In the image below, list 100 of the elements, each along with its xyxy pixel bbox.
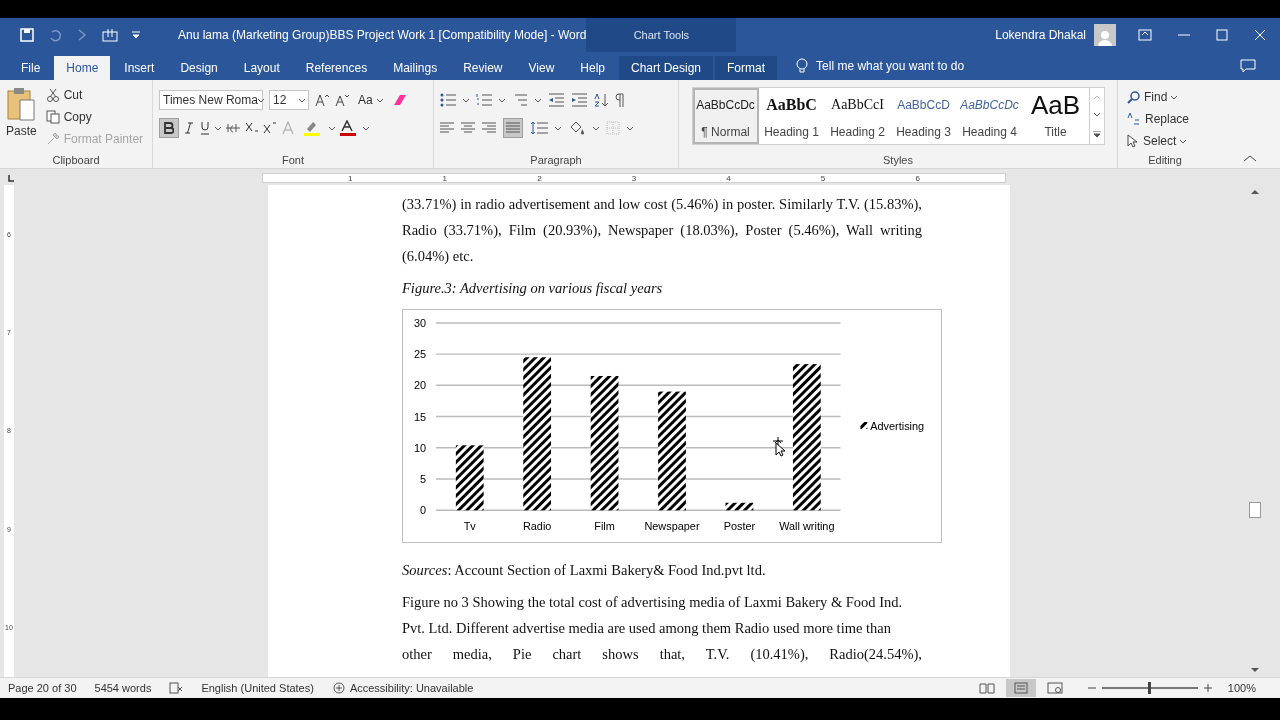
caret-icon[interactable]: [555, 126, 561, 130]
bar-chart[interactable]: 0 5 10 15 20 25 30 Tv Radio Film Newspaper Poster Wall writing Advertising: [402, 309, 942, 543]
ribbon-display-icon[interactable]: [1138, 29, 1152, 41]
style-option[interactable]: AaBbCcDc Heading 4: [956, 88, 1023, 144]
ruler-number: 1: [348, 173, 353, 183]
caret-icon[interactable]: [463, 98, 469, 102]
ribbon-tab[interactable]: Home: [54, 56, 111, 80]
ribbon-tab[interactable]: Format: [715, 56, 778, 80]
ribbon-tab[interactable]: Chart Design: [619, 56, 714, 80]
bar[interactable]: [792, 364, 821, 511]
touch-mode-icon[interactable]: [102, 28, 118, 42]
underline-icon[interactable]: [199, 121, 211, 135]
save-icon[interactable]: [20, 28, 34, 42]
accessibility-status[interactable]: Accessibility: Unavailable: [331, 682, 474, 694]
bullets-icon[interactable]: [440, 93, 456, 107]
category-label: Radio: [522, 520, 552, 533]
maximize-icon[interactable]: [1216, 29, 1228, 41]
find-button[interactable]: Find: [1124, 86, 1206, 108]
group-label: Font: [282, 154, 304, 166]
line-spacing-icon[interactable]: [530, 121, 548, 135]
customize-icon[interactable]: [132, 31, 140, 39]
scroll-up-icon[interactable]: [1251, 189, 1259, 194]
multilevel-list-icon[interactable]: [512, 93, 528, 107]
scroll-thumb[interactable]: [1249, 502, 1261, 518]
proofing-icon[interactable]: [169, 682, 184, 694]
style-option[interactable]: AaBbC Heading 1: [758, 88, 825, 144]
paste-button[interactable]: Paste: [6, 84, 37, 154]
group-label: Styles: [883, 154, 913, 166]
bar[interactable]: [455, 445, 484, 511]
cut-button[interactable]: Cut: [42, 84, 147, 106]
zoom-level[interactable]: 100%: [1227, 682, 1256, 694]
select-button[interactable]: Select: [1124, 130, 1206, 152]
shrink-font-icon[interactable]: [335, 93, 349, 107]
search-icon: [1127, 90, 1140, 104]
group-label: Clipboard: [52, 154, 100, 166]
tell-me-search[interactable]: Tell me what you want to do: [816, 59, 965, 73]
comments-icon[interactable]: [1240, 59, 1256, 73]
source-note: Sources: Account Section of Laxmi Bakery& Food Ind.pvt ltd.: [402, 561, 767, 580]
shading-icon[interactable]: [568, 120, 586, 136]
scroll-down-icon[interactable]: [1251, 668, 1259, 673]
style-option[interactable]: AaBbCcD Heading 3: [890, 88, 957, 144]
ribbon-tab[interactable]: References: [293, 56, 380, 80]
axis-tick-label: 15: [414, 410, 427, 423]
caret-icon[interactable]: [329, 126, 335, 130]
sort-icon[interactable]: [594, 93, 608, 107]
bold-icon: [164, 122, 174, 134]
style-option[interactable]: AaBbCcDc ¶ Normal: [692, 88, 759, 144]
bold-button[interactable]: [159, 118, 179, 138]
caret-icon[interactable]: [627, 126, 633, 130]
ribbon-tab[interactable]: Layout: [231, 56, 292, 80]
ruler-number: 3: [631, 173, 637, 183]
font-size-dropdown[interactable]: 12: [269, 90, 309, 110]
ribbon-tab[interactable]: Review: [451, 56, 515, 80]
caret-icon[interactable]: [363, 126, 369, 130]
language-indicator[interactable]: English (United States): [201, 682, 314, 694]
view-button[interactable]: [1005, 679, 1036, 697]
bar[interactable]: [658, 391, 686, 511]
ribbon-tab[interactable]: Help: [568, 56, 617, 80]
legend-label: Advertising: [870, 419, 925, 432]
increase-indent-icon[interactable]: [571, 93, 587, 107]
copy-button[interactable]: Copy: [42, 106, 147, 128]
ribbon-tab[interactable]: Design: [168, 56, 230, 80]
subscript-icon[interactable]: [245, 121, 259, 135]
ribbon-tab[interactable]: File: [9, 56, 53, 80]
zoom-slider-thumb[interactable]: [1148, 682, 1152, 694]
caret-icon: [257, 98, 264, 102]
tab-selector-icon[interactable]: [6, 173, 16, 183]
bar[interactable]: [590, 376, 619, 511]
change-case-button[interactable]: Aa: [355, 89, 386, 111]
bar[interactable]: [725, 502, 754, 511]
zoom-in-icon[interactable]: [1203, 684, 1212, 692]
replace-button[interactable]: Replace: [1124, 108, 1206, 130]
italic-icon[interactable]: [183, 122, 195, 134]
pilcrow-icon[interactable]: [615, 93, 625, 107]
close-icon[interactable]: [1254, 29, 1266, 41]
horizontal-ruler[interactable]: 1 1 2 3 4 5 6: [262, 173, 1006, 183]
more-styles-icon[interactable]: [1092, 131, 1101, 137]
style-option[interactable]: AaB Title: [1022, 88, 1089, 144]
superscript-icon[interactable]: [263, 121, 277, 135]
decrease-indent-icon[interactable]: [548, 93, 564, 107]
font-color-icon[interactable]: [339, 120, 359, 136]
caret-icon[interactable]: [499, 98, 505, 102]
scroll-down-icon[interactable]: [1093, 113, 1100, 117]
collapse-ribbon-icon[interactable]: [1244, 155, 1256, 162]
ribbon-tab[interactable]: Mailings: [381, 56, 450, 80]
grow-font-icon[interactable]: [315, 93, 329, 107]
category-label: Wall writing: [779, 520, 835, 533]
caret-icon[interactable]: [593, 126, 599, 130]
style-option[interactable]: AaBbCcI Heading 2: [824, 88, 891, 144]
clear-formatting-icon[interactable]: [391, 93, 408, 107]
font-name-dropdown[interactable]: Times New Roma: [159, 90, 263, 110]
strikethrough-icon[interactable]: [225, 122, 241, 134]
bar[interactable]: [523, 357, 552, 511]
page-count[interactable]: Page 20 of 30: [8, 682, 77, 694]
caret-icon[interactable]: [535, 98, 541, 102]
word-count[interactable]: 5454 words: [94, 682, 152, 694]
caret-icon[interactable]: [215, 126, 221, 130]
ribbon-tab[interactable]: Insert: [112, 56, 167, 80]
category-label: Film: [594, 520, 615, 533]
ribbon-tab[interactable]: View: [516, 56, 567, 80]
